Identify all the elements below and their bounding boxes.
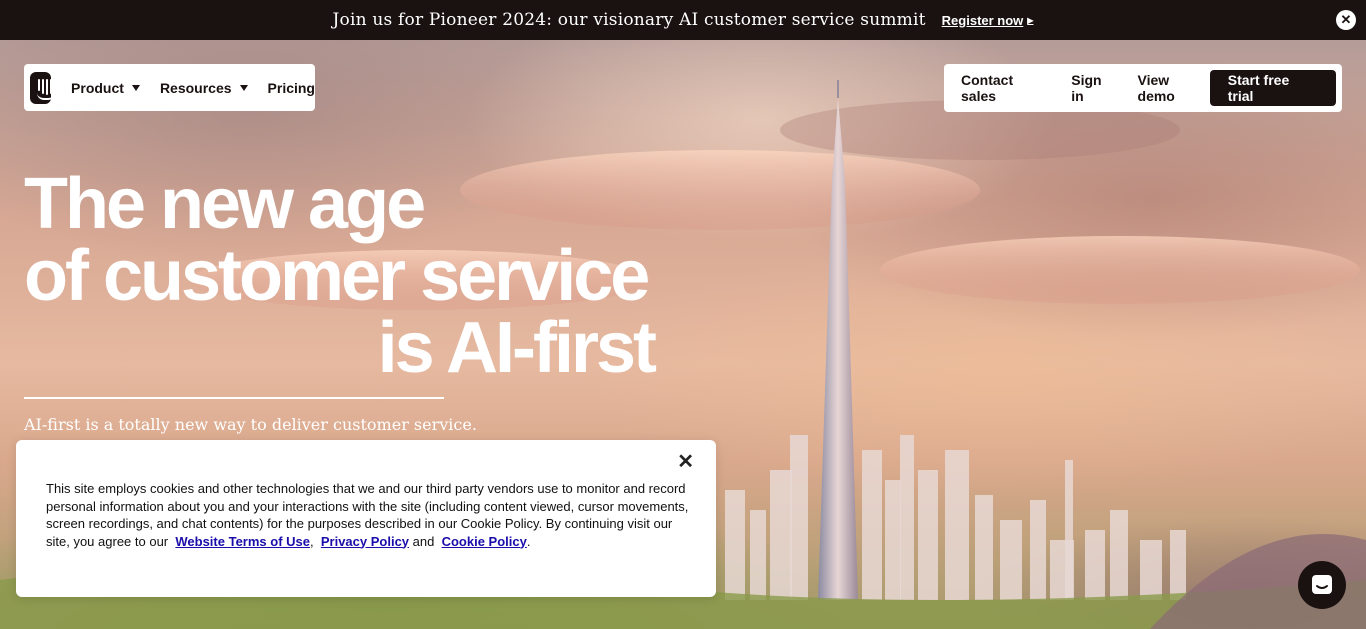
messenger-launcher-button[interactable]	[1298, 561, 1346, 609]
announcement-bar: Join us for Pioneer 2024: our visionary …	[0, 0, 1366, 40]
headline-line-1: The new age	[24, 164, 426, 244]
primary-nav: Product Resources Pricing	[24, 64, 315, 111]
announcement-close-icon[interactable]: ✕	[1336, 10, 1356, 30]
register-now-label: Register now	[941, 12, 1024, 28]
headline-divider	[24, 397, 444, 399]
cookie-text: This site employs cookies and other tech…	[46, 480, 691, 550]
chat-bubble-icon	[1312, 575, 1332, 594]
start-free-trial-button[interactable]: Start free trial	[1209, 70, 1337, 106]
sign-in-link[interactable]: Sign in	[1071, 72, 1117, 104]
chevron-down-icon	[131, 84, 140, 91]
caret-right-icon: ▶	[1027, 15, 1034, 25]
headline-line-3: is AI-first	[377, 308, 657, 388]
nav-pricing[interactable]: Pricing	[268, 80, 315, 96]
cookie-policy-link[interactable]: Cookie Policy	[442, 534, 527, 549]
cookie-banner: ✕ This site employs cookies and other te…	[16, 440, 716, 597]
headline-line-2: of customer service	[24, 236, 650, 316]
view-demo-link[interactable]: View demo	[1138, 72, 1210, 104]
nav-product[interactable]: Product	[71, 80, 140, 96]
chevron-down-icon	[239, 84, 248, 91]
announcement-text: Join us for Pioneer 2024: our visionary …	[332, 10, 926, 30]
nav-resources[interactable]: Resources	[160, 80, 248, 96]
cookie-conjunction: and	[412, 533, 435, 549]
hero-subheading: AI-first is a totally new way to deliver…	[24, 415, 477, 434]
register-now-link[interactable]: Register now ▶	[942, 13, 1034, 28]
nav-resources-label: Resources	[159, 79, 232, 96]
privacy-policy-link[interactable]: Privacy Policy	[321, 534, 409, 549]
cookie-separator: ,	[310, 533, 314, 549]
secondary-nav: Contact sales Sign in View demo Start fr…	[944, 64, 1342, 112]
hero-headline: The new age of customer service is AI-fi…	[24, 168, 664, 384]
nav-pricing-label: Pricing	[267, 79, 315, 96]
cookie-close-icon[interactable]: ✕	[677, 452, 694, 472]
website-terms-link[interactable]: Website Terms of Use	[175, 534, 310, 549]
cookie-end: .	[526, 533, 531, 549]
nav-product-label: Product	[71, 79, 124, 96]
intercom-logo-icon[interactable]	[30, 71, 56, 104]
contact-sales-link[interactable]: Contact sales	[961, 72, 1051, 104]
